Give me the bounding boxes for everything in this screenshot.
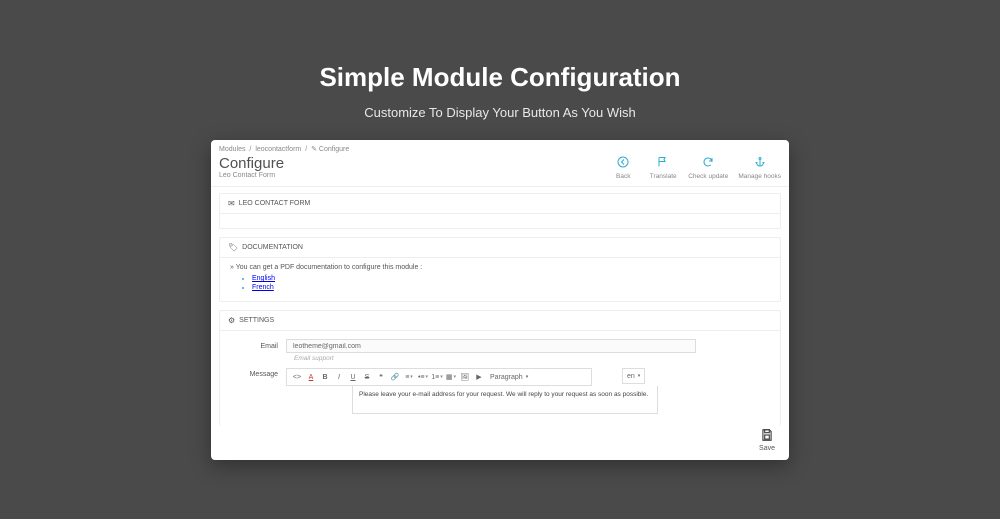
bold-button[interactable]: B	[318, 371, 332, 383]
hero-title: Simple Module Configuration	[0, 0, 1000, 93]
page-subtitle: Leo Contact Form	[219, 172, 284, 179]
manage-hooks-button[interactable]: Manage hooks	[738, 156, 781, 180]
strike-button[interactable]: S	[360, 371, 374, 383]
config-card: Modules / leocontactform / ✎ Configure C…	[211, 140, 789, 460]
documentation-title: DOCUMENTATION	[242, 244, 303, 251]
video-button[interactable]: ▶	[472, 371, 486, 383]
text-color-button[interactable]: A	[304, 371, 318, 383]
envelope-icon: ✉	[228, 199, 235, 208]
documentation-panel: 🏷 DOCUMENTATION » You can get a PDF docu…	[219, 237, 781, 302]
leo-panel-title: LEO CONTACT FORM	[239, 200, 311, 207]
link-button[interactable]: 🔗	[388, 371, 402, 383]
leo-contact-form-panel: ✉ LEO CONTACT FORM	[219, 193, 781, 229]
header-actions: Back Translate Check update	[608, 156, 781, 180]
page-header: Configure Leo Contact Form Back Translat…	[211, 156, 789, 187]
refresh-icon	[688, 156, 728, 171]
editor-toolbar: <> A B I U S ❝ 🔗 ≡ •≡	[286, 368, 592, 386]
flag-icon	[648, 156, 678, 171]
image-button[interactable]: 🖼	[458, 371, 472, 383]
check-update-button[interactable]: Check update	[688, 156, 728, 180]
source-code-button[interactable]: <>	[290, 371, 304, 383]
settings-title: SETTINGS	[239, 317, 274, 324]
table-button[interactable]: ▦	[444, 371, 458, 383]
documentation-intro: » You can get a PDF documentation to con…	[230, 264, 770, 271]
settings-panel: ⚙ SETTINGS Email Email support Message	[219, 310, 781, 426]
message-editor[interactable]: Please leave your e-mail address for you…	[352, 386, 658, 414]
doc-link-french[interactable]: French	[252, 284, 274, 291]
breadcrumb-module-name[interactable]: leocontactform	[255, 146, 301, 153]
breadcrumb: Modules / leocontactform / ✎ Configure	[211, 140, 789, 156]
back-button[interactable]: Back	[608, 156, 638, 180]
doc-link-english[interactable]: English	[252, 275, 275, 282]
email-help: Email support	[294, 355, 772, 362]
email-label: Email	[228, 343, 286, 350]
save-button[interactable]: Save	[759, 428, 775, 452]
message-label: Message	[228, 368, 286, 378]
number-list-button[interactable]: 1≡	[430, 371, 444, 383]
tag-icon: 🏷	[228, 243, 238, 252]
language-dropdown[interactable]: en	[622, 368, 645, 384]
gear-icon: ⚙	[228, 316, 235, 325]
page-title: Configure	[219, 156, 284, 171]
quote-button[interactable]: ❝	[374, 371, 388, 383]
align-button[interactable]: ≡	[402, 371, 416, 383]
breadcrumb-modules[interactable]: Modules	[219, 146, 245, 153]
underline-button[interactable]: U	[346, 371, 360, 383]
paragraph-dropdown[interactable]: Paragraph	[486, 374, 532, 381]
save-icon	[759, 428, 775, 445]
anchor-icon	[738, 156, 781, 171]
italic-button[interactable]: I	[332, 371, 346, 383]
bullet-list-button[interactable]: •≡	[416, 371, 430, 383]
breadcrumb-configure: ✎ Configure	[311, 146, 349, 153]
translate-button[interactable]: Translate	[648, 156, 678, 180]
email-field[interactable]	[286, 339, 696, 353]
hero-subtitle: Customize To Display Your Button As You …	[0, 105, 1000, 120]
back-icon	[608, 156, 638, 171]
